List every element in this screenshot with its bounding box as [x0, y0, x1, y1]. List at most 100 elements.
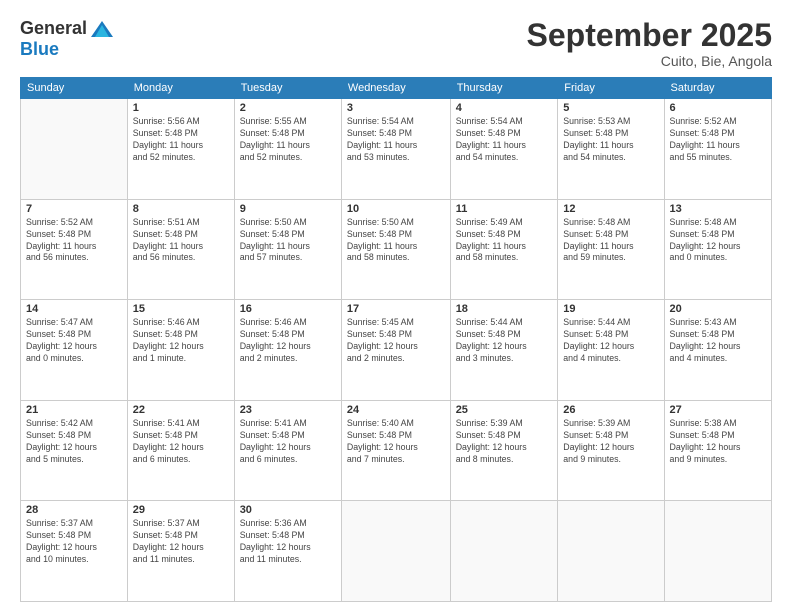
cell-info: Sunrise: 5:42 AM Sunset: 5:48 PM Dayligh… — [26, 418, 122, 466]
cell-date: 17 — [347, 303, 445, 315]
logo-icon — [91, 21, 113, 37]
week-row-2: 7 Sunrise: 5:52 AM Sunset: 5:48 PM Daylig… — [21, 199, 772, 300]
cell-date: 10 — [347, 203, 445, 215]
logo-general-text: General — [20, 18, 87, 39]
cell-date: 2 — [240, 102, 336, 114]
location-subtitle: Cuito, Bie, Angola — [527, 53, 772, 69]
cell-info: Sunrise: 5:40 AM Sunset: 5:48 PM Dayligh… — [347, 418, 445, 466]
cell-info: Sunrise: 5:46 AM Sunset: 5:48 PM Dayligh… — [240, 317, 336, 365]
cell-info: Sunrise: 5:50 AM Sunset: 5:48 PM Dayligh… — [240, 217, 336, 265]
cell-info: Sunrise: 5:43 AM Sunset: 5:48 PM Dayligh… — [670, 317, 766, 365]
cell-date: 18 — [456, 303, 553, 315]
cell-date: 7 — [26, 203, 122, 215]
cell-date: 24 — [347, 404, 445, 416]
cell-date: 23 — [240, 404, 336, 416]
week-row-3: 14 Sunrise: 5:47 AM Sunset: 5:48 PM Dayli… — [21, 300, 772, 401]
table-cell: 17 Sunrise: 5:45 AM Sunset: 5:48 PM Dayli… — [341, 300, 450, 401]
cell-info: Sunrise: 5:53 AM Sunset: 5:48 PM Dayligh… — [563, 116, 658, 164]
table-cell: 15Sunrise: 5:46 AM Sunset: 5:48 PM Dayli… — [127, 300, 234, 401]
cell-date: 20 — [670, 303, 766, 315]
cell-info: Sunrise: 5:44 AM Sunset: 5:48 PM Dayligh… — [563, 317, 658, 365]
cell-info: Sunrise: 5:41 AM Sunset: 5:48 PM Dayligh… — [133, 418, 229, 466]
cell-date: 22 — [133, 404, 229, 416]
table-cell: 5 Sunrise: 5:53 AM Sunset: 5:48 PM Daylig… — [558, 99, 664, 200]
cell-date: 27 — [670, 404, 766, 416]
calendar-table: Sunday Monday Tuesday Wednesday Thursday… — [20, 77, 772, 602]
table-cell: 26 Sunrise: 5:39 AM Sunset: 5:48 PM Dayli… — [558, 400, 664, 501]
table-cell: 14 Sunrise: 5:47 AM Sunset: 5:48 PM Dayli… — [21, 300, 128, 401]
cell-date: 16 — [240, 303, 336, 315]
table-cell — [664, 501, 771, 602]
title-block: September 2025 Cuito, Bie, Angola — [527, 18, 772, 69]
table-cell: 22 Sunrise: 5:41 AM Sunset: 5:48 PM Dayli… — [127, 400, 234, 501]
cell-date: 9 — [240, 203, 336, 215]
cell-date: 5 — [563, 102, 658, 114]
cell-date: 8 — [133, 203, 229, 215]
table-cell: 1Sunrise: 5:56 AM Sunset: 5:48 PM Daylig… — [127, 99, 234, 200]
table-cell: 27 Sunrise: 5:38 AM Sunset: 5:48 PM Dayli… — [664, 400, 771, 501]
table-cell: 12 Sunrise: 5:48 AM Sunset: 5:48 PM Dayli… — [558, 199, 664, 300]
cell-date: 4 — [456, 102, 553, 114]
cell-info: Sunrise: 5:48 AM Sunset: 5:48 PM Dayligh… — [563, 217, 658, 265]
table-cell — [558, 501, 664, 602]
header-wednesday: Wednesday — [341, 78, 450, 99]
cell-info: Sunrise: 5:54 AM Sunset: 5:48 PM Dayligh… — [347, 116, 445, 164]
header-friday: Friday — [558, 78, 664, 99]
table-cell: 3 Sunrise: 5:54 AM Sunset: 5:48 PM Daylig… — [341, 99, 450, 200]
header: General Blue September 2025 Cuito, Bie, … — [20, 18, 772, 69]
cell-info: Sunrise: 5:39 AM Sunset: 5:48 PM Dayligh… — [563, 418, 658, 466]
cell-info: Sunrise: 5:54 AM Sunset: 5:48 PM Dayligh… — [456, 116, 553, 164]
cell-date: 3 — [347, 102, 445, 114]
logo-blue-text: Blue — [20, 39, 59, 60]
table-cell: 24 Sunrise: 5:40 AM Sunset: 5:48 PM Dayli… — [341, 400, 450, 501]
table-cell — [341, 501, 450, 602]
table-cell: 4 Sunrise: 5:54 AM Sunset: 5:48 PM Daylig… — [450, 99, 558, 200]
table-cell: 25Sunrise: 5:39 AM Sunset: 5:48 PM Dayli… — [450, 400, 558, 501]
cell-info: Sunrise: 5:52 AM Sunset: 5:48 PM Dayligh… — [26, 217, 122, 265]
cell-date: 14 — [26, 303, 122, 315]
cell-date: 28 — [26, 504, 122, 516]
header-saturday: Saturday — [664, 78, 771, 99]
table-cell: 19Sunrise: 5:44 AM Sunset: 5:48 PM Dayli… — [558, 300, 664, 401]
cell-info: Sunrise: 5:37 AM Sunset: 5:48 PM Dayligh… — [26, 518, 122, 566]
cell-date: 13 — [670, 203, 766, 215]
table-cell — [450, 501, 558, 602]
cell-date: 12 — [563, 203, 658, 215]
cell-info: Sunrise: 5:36 AM Sunset: 5:48 PM Dayligh… — [240, 518, 336, 566]
cell-info: Sunrise: 5:41 AM Sunset: 5:48 PM Dayligh… — [240, 418, 336, 466]
table-cell: 2 Sunrise: 5:55 AM Sunset: 5:48 PM Daylig… — [234, 99, 341, 200]
table-cell: 16 Sunrise: 5:46 AM Sunset: 5:48 PM Dayli… — [234, 300, 341, 401]
cell-info: Sunrise: 5:47 AM Sunset: 5:48 PM Dayligh… — [26, 317, 122, 365]
cell-info: Sunrise: 5:48 AM Sunset: 5:48 PM Dayligh… — [670, 217, 766, 265]
cell-info: Sunrise: 5:50 AM Sunset: 5:48 PM Dayligh… — [347, 217, 445, 265]
cell-info: Sunrise: 5:38 AM Sunset: 5:48 PM Dayligh… — [670, 418, 766, 466]
cell-date: 30 — [240, 504, 336, 516]
cell-info: Sunrise: 5:52 AM Sunset: 5:48 PM Dayligh… — [670, 116, 766, 164]
cell-info: Sunrise: 5:56 AM Sunset: 5:48 PM Dayligh… — [133, 116, 229, 164]
table-cell — [21, 99, 128, 200]
header-tuesday: Tuesday — [234, 78, 341, 99]
cell-info: Sunrise: 5:37 AM Sunset: 5:48 PM Dayligh… — [133, 518, 229, 566]
header-monday: Monday — [127, 78, 234, 99]
table-cell: 30 Sunrise: 5:36 AM Sunset: 5:48 PM Dayli… — [234, 501, 341, 602]
cell-date: 11 — [456, 203, 553, 215]
table-cell: 28 Sunrise: 5:37 AM Sunset: 5:48 PM Dayli… — [21, 501, 128, 602]
table-cell: 29Sunrise: 5:37 AM Sunset: 5:48 PM Dayli… — [127, 501, 234, 602]
cell-info: Sunrise: 5:45 AM Sunset: 5:48 PM Dayligh… — [347, 317, 445, 365]
cell-info: Sunrise: 5:55 AM Sunset: 5:48 PM Dayligh… — [240, 116, 336, 164]
page: General Blue September 2025 Cuito, Bie, … — [0, 0, 792, 612]
table-cell: 11Sunrise: 5:49 AM Sunset: 5:48 PM Dayli… — [450, 199, 558, 300]
week-row-4: 21Sunrise: 5:42 AM Sunset: 5:48 PM Dayli… — [21, 400, 772, 501]
cell-info: Sunrise: 5:46 AM Sunset: 5:48 PM Dayligh… — [133, 317, 229, 365]
cell-info: Sunrise: 5:39 AM Sunset: 5:48 PM Dayligh… — [456, 418, 553, 466]
month-title: September 2025 — [527, 18, 772, 53]
table-cell: 18 Sunrise: 5:44 AM Sunset: 5:48 PM Dayli… — [450, 300, 558, 401]
table-cell: 9 Sunrise: 5:50 AM Sunset: 5:48 PM Daylig… — [234, 199, 341, 300]
table-cell: 13 Sunrise: 5:48 AM Sunset: 5:48 PM Dayli… — [664, 199, 771, 300]
cell-date: 26 — [563, 404, 658, 416]
cell-info: Sunrise: 5:44 AM Sunset: 5:48 PM Dayligh… — [456, 317, 553, 365]
cell-info: Sunrise: 5:51 AM Sunset: 5:48 PM Dayligh… — [133, 217, 229, 265]
cell-date: 6 — [670, 102, 766, 114]
table-cell: 20 Sunrise: 5:43 AM Sunset: 5:48 PM Dayli… — [664, 300, 771, 401]
week-row-5: 28 Sunrise: 5:37 AM Sunset: 5:48 PM Dayli… — [21, 501, 772, 602]
